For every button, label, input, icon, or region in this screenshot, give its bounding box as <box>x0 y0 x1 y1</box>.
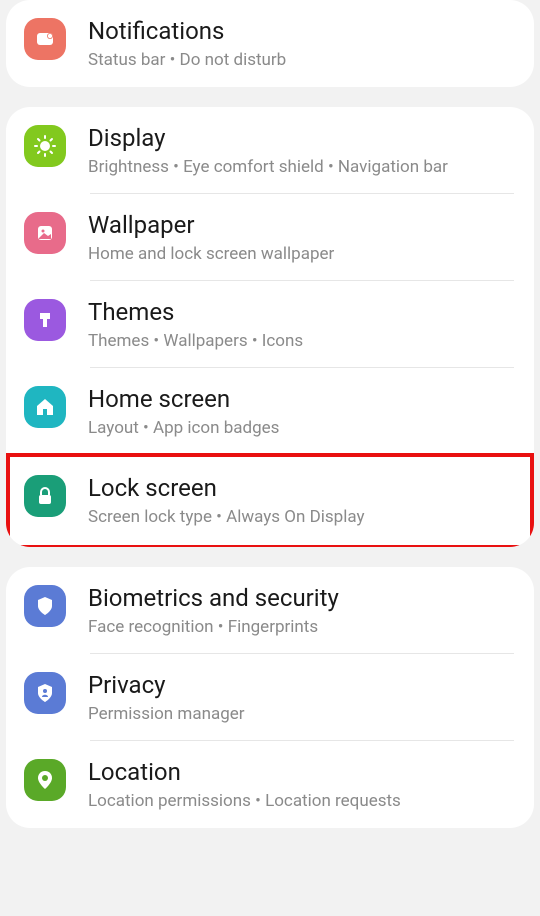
settings-group-3: Biometrics and security Face recognition… <box>6 567 534 828</box>
row-subtitle: Status bar • Do not disturb <box>88 49 516 71</box>
row-notifications[interactable]: Notifications Status bar • Do not distur… <box>6 0 534 87</box>
row-title: Wallpaper <box>88 210 516 240</box>
pin-icon <box>24 759 66 801</box>
row-wallpaper[interactable]: Wallpaper Home and lock screen wallpaper <box>6 194 534 281</box>
row-content: Wallpaper Home and lock screen wallpaper <box>88 210 516 265</box>
row-subtitle: Layout • App icon badges <box>88 417 516 439</box>
row-content: Home screen Layout • App icon badges <box>88 384 516 439</box>
row-title: Home screen <box>88 384 516 414</box>
row-privacy[interactable]: Privacy Permission manager <box>6 654 534 741</box>
row-content: Notifications Status bar • Do not distur… <box>88 16 516 71</box>
brush-icon <box>24 299 66 341</box>
row-biometrics[interactable]: Biometrics and security Face recognition… <box>6 567 534 654</box>
notifications-icon <box>24 18 66 60</box>
row-title: Themes <box>88 297 516 327</box>
privacy-icon <box>24 672 66 714</box>
row-display[interactable]: Display Brightness • Eye comfort shield … <box>6 107 534 194</box>
row-title: Notifications <box>88 16 516 46</box>
row-content: Display Brightness • Eye comfort shield … <box>88 123 516 178</box>
row-subtitle: Screen lock type • Always On Display <box>88 506 516 528</box>
home-icon <box>24 386 66 428</box>
row-location[interactable]: Location Location permissions • Location… <box>6 741 534 828</box>
row-title: Lock screen <box>88 473 516 503</box>
row-content: Themes Themes • Wallpapers • Icons <box>88 297 516 352</box>
row-themes[interactable]: Themes Themes • Wallpapers • Icons <box>6 281 534 368</box>
row-subtitle: Location permissions • Location requests <box>88 790 516 812</box>
row-content: Location Location permissions • Location… <box>88 757 516 812</box>
settings-group-1: Notifications Status bar • Do not distur… <box>6 0 534 87</box>
settings-group-2: Display Brightness • Eye comfort shield … <box>6 107 534 546</box>
row-subtitle: Face recognition • Fingerprints <box>88 616 516 638</box>
row-lockscreen[interactable]: Lock screen Screen lock type • Always On… <box>6 453 534 546</box>
row-subtitle: Permission manager <box>88 703 516 725</box>
row-subtitle: Brightness • Eye comfort shield • Naviga… <box>88 156 516 178</box>
sun-icon <box>24 125 66 167</box>
row-subtitle: Themes • Wallpapers • Icons <box>88 330 516 352</box>
row-title: Privacy <box>88 670 516 700</box>
row-subtitle: Home and lock screen wallpaper <box>88 243 516 265</box>
row-title: Location <box>88 757 516 787</box>
picture-icon <box>24 212 66 254</box>
shield-icon <box>24 585 66 627</box>
row-title: Biometrics and security <box>88 583 516 613</box>
lock-icon <box>24 475 66 517</box>
row-content: Privacy Permission manager <box>88 670 516 725</box>
row-content: Biometrics and security Face recognition… <box>88 583 516 638</box>
row-content: Lock screen Screen lock type • Always On… <box>88 473 516 528</box>
row-homescreen[interactable]: Home screen Layout • App icon badges <box>6 368 534 455</box>
row-title: Display <box>88 123 516 153</box>
